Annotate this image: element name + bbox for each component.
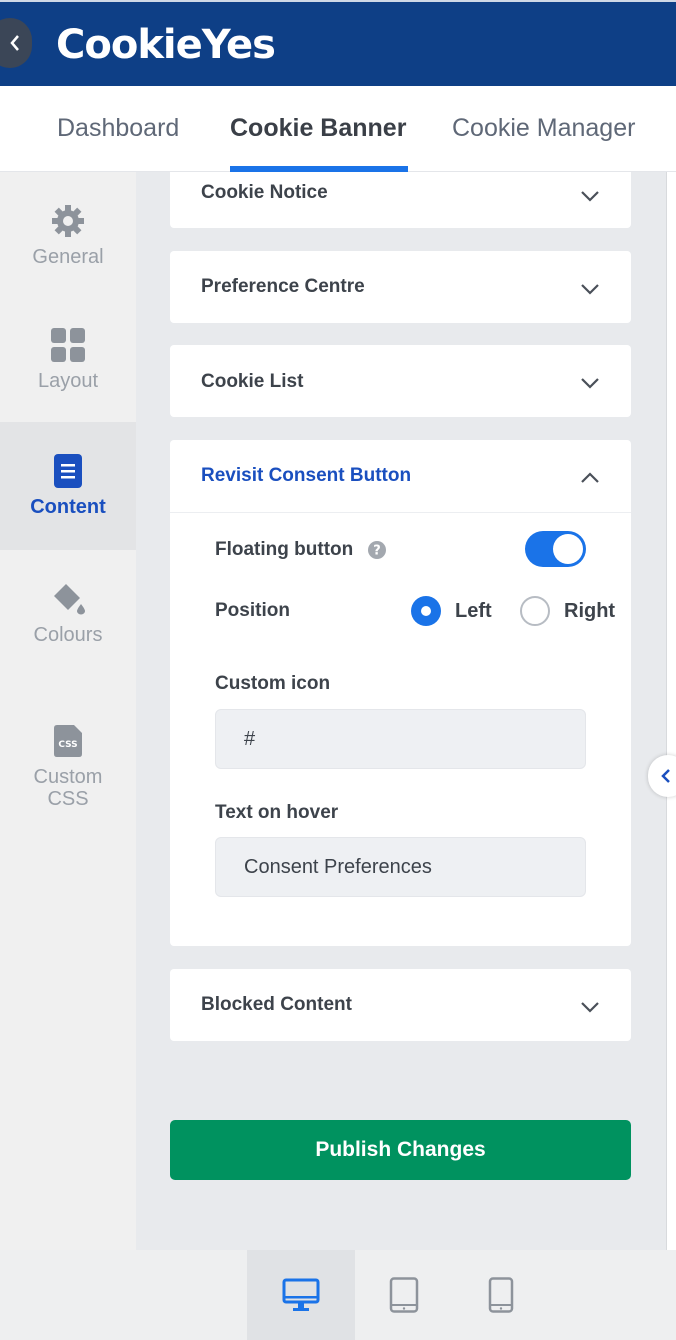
section-blocked-content[interactable]: Blocked Content xyxy=(170,969,631,1041)
position-left-label: Left xyxy=(455,600,492,622)
section-revisit-consent: Revisit Consent Button Floating button ?… xyxy=(170,440,631,946)
sidebar-item-general[interactable]: General xyxy=(0,172,136,300)
chevron-left-icon xyxy=(661,769,670,783)
chevron-down-icon xyxy=(581,284,599,295)
sidebar-item-label: General xyxy=(32,245,104,268)
sidebar-item-custom-css[interactable]: CSS Custom CSS xyxy=(0,692,136,842)
sidebar: General Layout Content Colours CSS Custo… xyxy=(0,172,136,1250)
chevron-up-icon xyxy=(581,472,599,483)
section-cookie-list[interactable]: Cookie List xyxy=(170,345,631,417)
app-logo: CookieYes xyxy=(56,22,276,68)
custom-icon-label: Custom icon xyxy=(215,673,331,694)
tab-cookie-banner[interactable]: Cookie Banner xyxy=(230,114,406,143)
sidebar-item-content[interactable]: Content xyxy=(0,422,136,550)
document-icon xyxy=(54,453,82,488)
sidebar-item-label: Custom CSS xyxy=(33,766,103,810)
position-label: Position xyxy=(215,600,290,621)
floating-button-toggle[interactable] xyxy=(525,531,586,567)
back-button[interactable] xyxy=(0,18,32,68)
section-title: Cookie Notice xyxy=(201,182,328,203)
mobile-preview-button[interactable] xyxy=(447,1250,555,1340)
tab-dashboard[interactable]: Dashboard xyxy=(57,114,179,143)
sidebar-item-colours[interactable]: Colours xyxy=(0,550,136,678)
chevron-down-icon xyxy=(581,1002,599,1013)
section-cookie-notice[interactable]: Cookie Notice xyxy=(170,172,631,228)
svg-text:CSS: CSS xyxy=(58,740,77,750)
tab-cookie-manager[interactable]: Cookie Manager xyxy=(452,114,635,143)
section-preference-centre[interactable]: Preference Centre xyxy=(170,251,631,323)
help-icon[interactable]: ? xyxy=(368,541,386,559)
position-left-radio[interactable] xyxy=(411,596,441,626)
section-title: Preference Centre xyxy=(201,276,365,297)
position-right-label: Right xyxy=(564,600,616,622)
section-title: Cookie List xyxy=(201,371,304,392)
sidebar-item-layout[interactable]: Layout xyxy=(0,296,136,424)
svg-text:?: ? xyxy=(373,544,381,559)
mobile-icon xyxy=(488,1277,514,1313)
floating-button-label: Floating button xyxy=(215,539,354,560)
paint-bucket-icon xyxy=(50,582,86,616)
chevron-down-icon xyxy=(581,191,599,202)
content-panel: Cookie Notice Preference Centre Cookie L… xyxy=(136,172,666,1250)
desktop-icon xyxy=(282,1278,320,1311)
section-title: Blocked Content xyxy=(201,994,352,1015)
text-on-hover-label: Text on hover xyxy=(215,802,339,823)
text-on-hover-input[interactable]: Consent Preferences xyxy=(215,837,586,897)
chevron-down-icon xyxy=(581,378,599,389)
sidebar-item-label: Layout xyxy=(37,369,99,392)
desktop-preview-button[interactable] xyxy=(247,1250,355,1340)
custom-icon-input[interactable]: # xyxy=(215,709,586,769)
sidebar-item-label: Content xyxy=(30,495,106,518)
gear-icon xyxy=(51,204,85,238)
section-title: Revisit Consent Button xyxy=(201,465,412,486)
tablet-icon xyxy=(389,1277,419,1313)
top-bar: CookieYes xyxy=(0,0,676,86)
device-preview-bar xyxy=(0,1250,676,1340)
chevron-left-icon xyxy=(10,35,19,51)
css-file-icon: CSS xyxy=(54,724,82,758)
toggle-knob xyxy=(553,534,583,564)
main-tabs: Dashboard Cookie Banner Cookie Manager xyxy=(0,86,676,172)
publish-changes-button[interactable]: Publish Changes xyxy=(170,1120,631,1180)
tablet-preview-button[interactable] xyxy=(350,1250,458,1340)
sidebar-item-label: Colours xyxy=(33,623,103,646)
grid-icon xyxy=(51,327,85,362)
position-right-radio[interactable] xyxy=(520,596,550,626)
section-header[interactable]: Revisit Consent Button xyxy=(170,440,631,513)
